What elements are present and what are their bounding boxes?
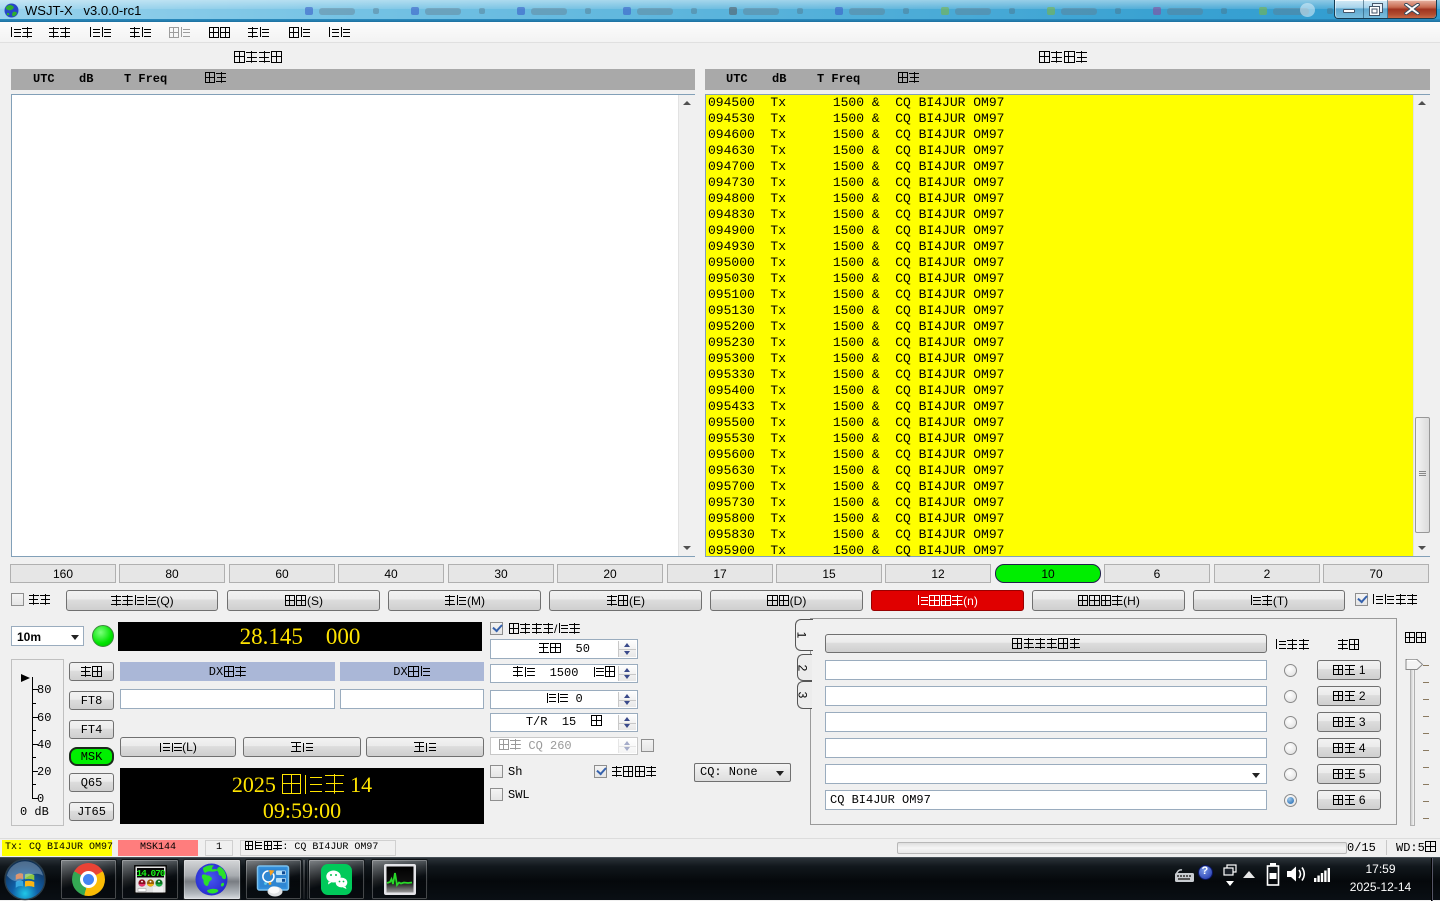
svg-text:14.070: 14.070	[136, 868, 166, 879]
